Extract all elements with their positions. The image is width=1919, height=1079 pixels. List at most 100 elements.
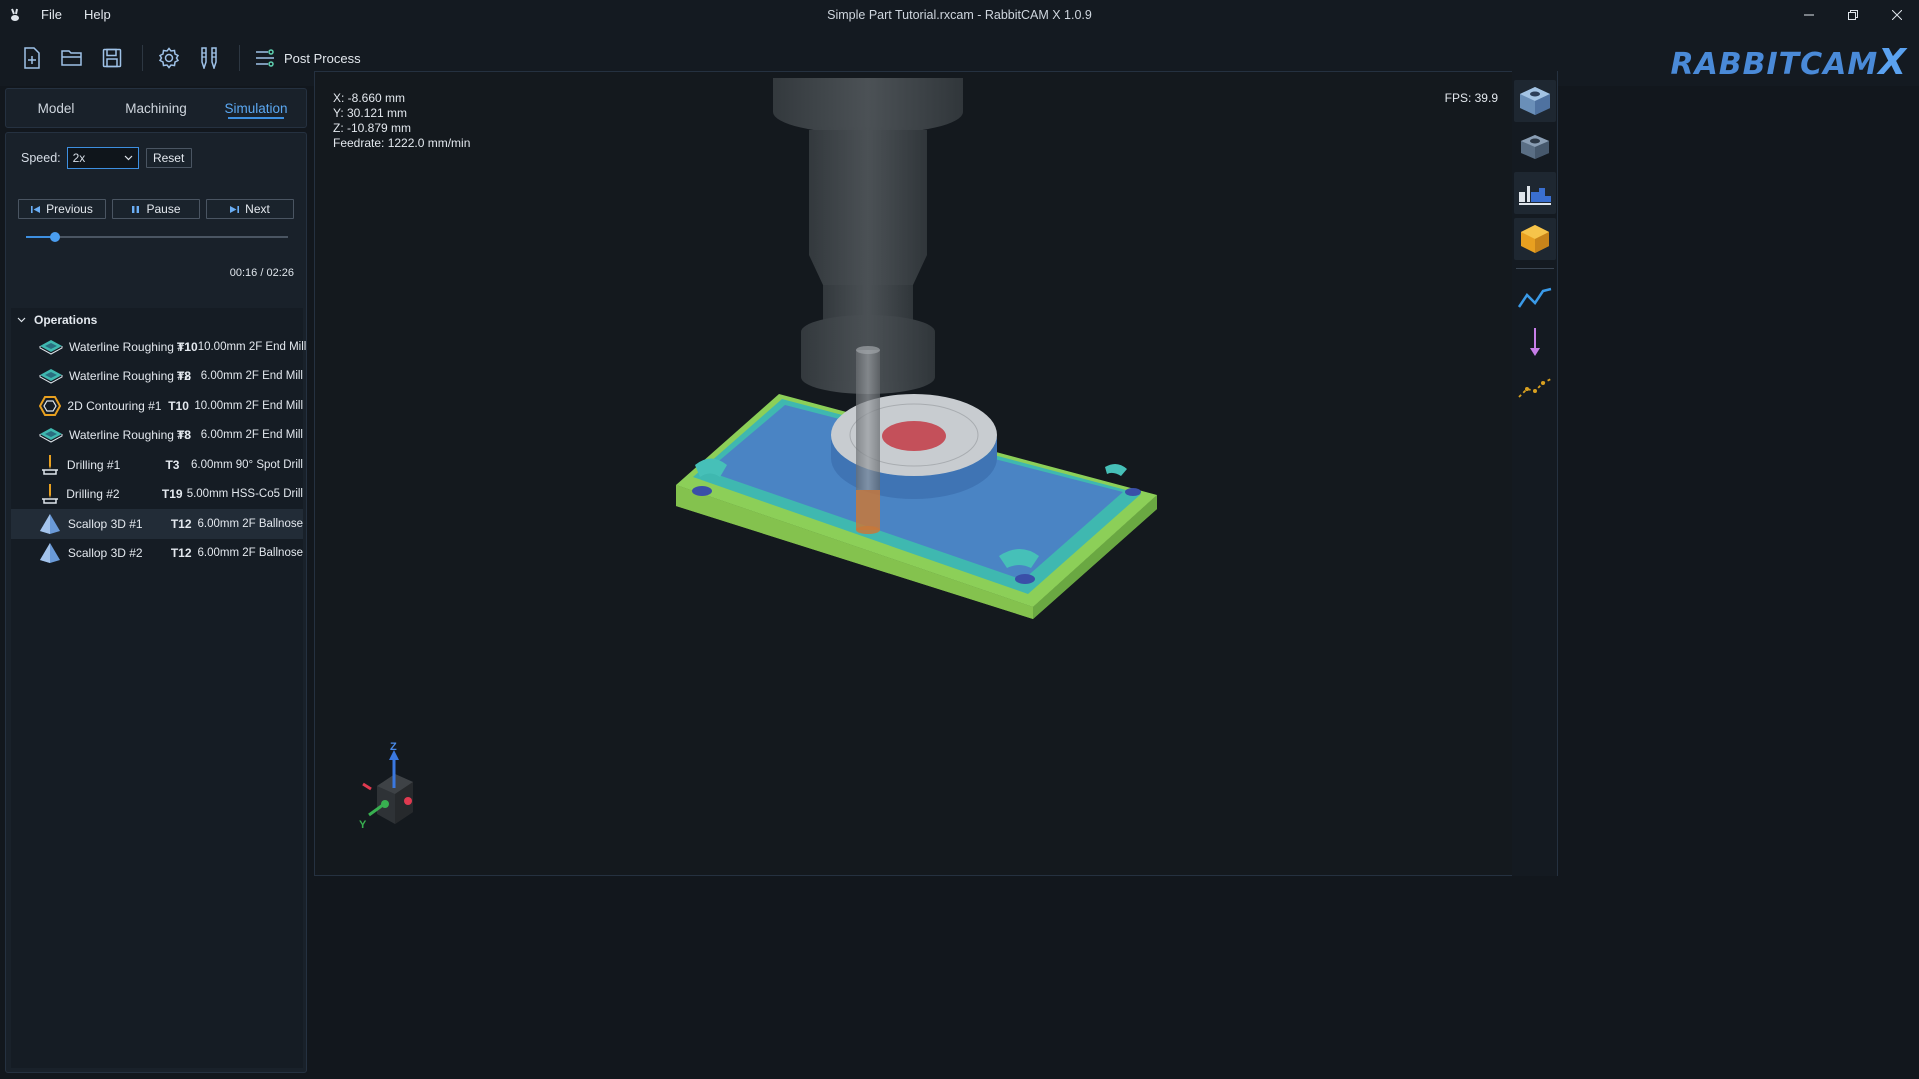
operation-tool: T3 [165,457,180,472]
waterline-icon [39,423,63,447]
operation-tool-desc: 6.00mm 2F Ballnose [197,547,303,560]
operation-tool: T12 [170,546,192,561]
axis-z-label: Z [390,741,397,753]
logo-suffix: X [1878,42,1907,83]
slider-thumb[interactable] [49,232,60,242]
operation-row[interactable]: Waterline Roughing #1 T10 10.00mm 2F End M… [11,332,306,362]
speed-select[interactable]: 2x [66,147,139,169]
show-stock-icon[interactable] [1514,126,1556,168]
operation-tool-desc: 6.00mm 2F End Mill [200,429,303,442]
scallop-icon [39,512,62,536]
operations-tree: Operations Waterline Roughing #1 T10 10.00… [11,308,306,1068]
chevron-down-icon [17,317,26,323]
rabbit-icon[interactable] [0,0,30,30]
tab-simulation[interactable]: Simulation [206,89,306,127]
rabbitcam-logo: RABBITCAMX [1670,42,1907,83]
operation-name: Drilling #2 [66,487,120,502]
operation-row[interactable]: Drilling #1 T3 6.00mm 90° Spot Drill [11,450,303,480]
operation-tool-desc: 6.00mm 2F End Mill [200,370,303,383]
operation-name: 2D Contouring #1 [67,398,162,413]
operation-row[interactable]: Scallop 3D #2 T12 6.00mm 2F Ballnose [11,539,303,569]
tool-library-icon[interactable] [191,40,227,76]
minimize-icon[interactable] [1787,0,1831,30]
x-readout: X: -8.660 mm [333,91,406,105]
show-tool-icon[interactable] [1514,172,1556,214]
operation-tool-desc: 6.00mm 2F Ballnose [197,517,303,530]
points-icon[interactable] [1514,367,1556,409]
operation-name: Scallop 3D #2 [67,546,143,561]
tab-model[interactable]: Model [6,89,106,127]
z-readout: Z: -10.879 mm [333,121,412,135]
drill-icon [39,453,61,477]
operation-name: Drilling #1 [66,457,121,472]
operation-row[interactable]: Scallop 3D #1 T12 6.00mm 2F Ballnose [11,509,303,539]
operations-list: Waterline Roughing #1 T10 10.00mm 2F End M… [11,332,306,569]
title-bar: File Help Simple Part Tutorial.rxcam - R… [0,0,1919,30]
post-process-label: Post Process [284,50,361,66]
rapid-move-icon[interactable] [1514,321,1556,363]
previous-button[interactable]: Previous [18,199,106,219]
close-icon[interactable] [1875,0,1919,30]
tab-machining[interactable]: Machining [106,89,206,127]
operation-name: Scallop 3D #1 [67,516,143,531]
left-panel: Model Machining Simulation Speed: 2x Res… [5,88,307,1073]
mode-tabs: Model Machining Simulation [5,88,307,128]
operation-tool: T10 [177,339,198,354]
save-icon[interactable] [94,40,130,76]
operation-row[interactable]: Waterline Roughing #2 T8 6.00mm 2F End Mil… [11,362,303,392]
axis-gizmo[interactable]: Z Y [359,741,413,831]
center-hole [882,421,946,451]
simulation-panel: Speed: 2x Reset Previous Pause Next 00:1… [5,132,307,1073]
restore-icon[interactable] [1831,0,1875,30]
corner-hole [1015,574,1035,584]
operation-row[interactable]: Waterline Roughing #3 T8 6.00mm 2F End Mil… [11,421,303,451]
settings-icon[interactable] [151,40,187,76]
chevron-down-icon [124,155,133,161]
simulation-scene[interactable]: Z Y [315,72,1513,876]
fps-counter: FPS: 39.9 [1444,91,1498,105]
timeline-slider[interactable] [26,231,288,243]
operation-tool: T8 [177,428,192,443]
operation-row[interactable]: Drilling #2 T19 5.00mm HSS-Co5 Drill [11,480,303,510]
view-toolbar-separator [1516,268,1554,269]
cutting-tool [856,346,880,534]
skip-previous-icon [31,205,41,213]
corner-boss [1105,463,1127,476]
menu-help[interactable]: Help [73,0,122,30]
next-button[interactable]: Next [206,199,294,219]
position-readout: X: -8.660 mm Y: 30.121 mm Z: -10.879 mm … [333,91,470,151]
operation-row[interactable]: 2D Contouring #1 T10 10.00mm 2F End Mill [11,391,303,421]
waterline-icon [39,335,63,359]
operation-name: Waterline Roughing #2 [69,369,191,384]
operation-tool-desc: 10.00mm 2F End Mill [197,340,307,353]
contour-icon [39,394,62,418]
3d-viewport[interactable]: Z Y X: -8.660 mm Y: 30.121 mm Z: -10.879… [314,71,1513,876]
operation-tool: T19 [161,487,183,502]
corner-hole [692,486,712,496]
show-part-icon[interactable] [1514,80,1556,122]
corner-hole [1125,488,1141,496]
next-label: Next [245,202,270,216]
drill-icon [39,482,60,506]
slider-track [26,236,288,238]
toolbar-separator [239,45,240,71]
pause-button[interactable]: Pause [112,199,200,219]
view-toolbar [1512,71,1558,876]
new-file-icon[interactable] [14,40,50,76]
operation-tool: T8 [177,369,192,384]
open-folder-icon[interactable] [54,40,90,76]
show-solid-icon[interactable] [1514,218,1556,260]
operation-name: Waterline Roughing #1 [69,339,191,354]
speed-value: 2x [72,151,86,165]
workpiece [676,394,1157,619]
skip-next-icon [230,205,240,213]
pause-label: Pause [146,202,181,216]
y-readout: Y: 30.121 mm [333,106,408,120]
feedrate-readout: Feedrate: 1222.0 mm/min [333,136,471,150]
toolpath-icon[interactable] [1514,277,1556,319]
reset-button[interactable]: Reset [145,148,192,168]
scallop-icon [39,541,62,565]
waterline-icon [39,364,63,388]
operations-header[interactable]: Operations [11,308,303,332]
menu-file[interactable]: File [30,0,73,30]
